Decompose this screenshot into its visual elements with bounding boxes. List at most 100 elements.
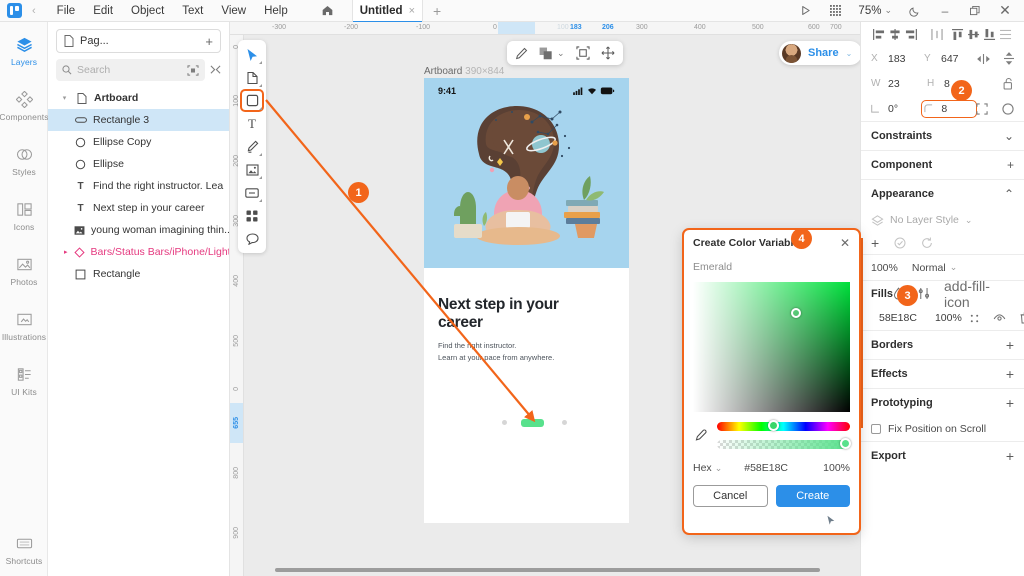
menu-help[interactable]: Help	[255, 0, 297, 22]
sv-cursor[interactable]	[791, 308, 801, 318]
sliders-icon[interactable]	[918, 287, 930, 300]
layer-row-ellipse-copy[interactable]: Ellipse Copy	[48, 131, 229, 153]
chevron-down-icon[interactable]: ⌄	[1004, 129, 1014, 143]
layer-row-ellipse[interactable]: Ellipse	[48, 153, 229, 175]
layer-style-row[interactable]: No Layer Style ⌄	[861, 208, 1024, 232]
add-fill-button[interactable]: add-fill-icon	[944, 278, 1014, 310]
tab-untitled[interactable]: Untitled ×	[351, 0, 423, 23]
eyedropper-icon[interactable]	[693, 429, 709, 443]
rail-item-photos[interactable]: Photos	[0, 232, 48, 287]
delete-icon[interactable]	[1020, 312, 1024, 324]
rotation-field[interactable]: 0°	[871, 103, 924, 115]
artboard-canvas[interactable]: 9:41 Next step in your career Find the r…	[424, 78, 629, 523]
disclosure-icon[interactable]: ▾	[60, 94, 69, 102]
menu-edit[interactable]: Edit	[84, 0, 122, 22]
align-right-icon[interactable]	[903, 23, 919, 45]
corner-radius-icon[interactable]	[1002, 102, 1014, 115]
fix-position-checkbox[interactable]	[871, 424, 881, 434]
new-tab-button[interactable]: +	[433, 3, 441, 19]
avatar[interactable]	[782, 43, 801, 63]
artboard-tool[interactable]	[241, 67, 263, 88]
chevron-down-icon[interactable]: ⌄	[965, 215, 973, 226]
selected-rectangle[interactable]	[521, 419, 544, 427]
layer-row-rectangle-3[interactable]: Rectangle 3	[48, 109, 229, 131]
blend-mode[interactable]: Normal	[912, 262, 946, 274]
shape-tool[interactable]	[240, 89, 264, 112]
add-prototyping-button[interactable]: +	[1006, 395, 1014, 411]
button-tool[interactable]	[241, 182, 263, 203]
layer-row-find-instructor[interactable]: T Find the right instructor. Lea	[48, 175, 229, 197]
rail-item-icons[interactable]: Icons	[0, 177, 48, 232]
color-name-field[interactable]: Emerald	[684, 256, 859, 278]
section-borders[interactable]: Borders +	[861, 330, 1024, 359]
align-center-h-icon[interactable]	[887, 23, 903, 45]
hex-value[interactable]: #58E18C	[744, 462, 788, 474]
distribute-h-icon[interactable]	[929, 23, 945, 45]
focus-selection-icon[interactable]	[187, 64, 199, 76]
flip-horizontal-icon[interactable]	[977, 53, 990, 64]
section-constraints[interactable]: Constraints ⌄	[861, 121, 1024, 150]
close-icon[interactable]: ✕	[840, 236, 850, 250]
menu-view[interactable]: View	[212, 0, 255, 22]
add-effect-button[interactable]: +	[1006, 366, 1014, 382]
chevron-up-icon[interactable]: ⌃	[1004, 187, 1014, 201]
corners-icon[interactable]	[976, 102, 988, 115]
hex-mode-selector[interactable]: Hex ⌄	[693, 462, 722, 474]
layer-row-rectangle[interactable]: Rectangle	[48, 263, 229, 285]
w-field[interactable]: W 23	[871, 78, 927, 90]
section-effects[interactable]: Effects +	[861, 359, 1024, 388]
alpha-value[interactable]: 100%	[823, 462, 850, 474]
zoom-selector[interactable]: 75% ⌄	[850, 5, 900, 17]
rail-item-illustrations[interactable]: Illustrations	[0, 287, 48, 342]
opacity-value[interactable]: 100%	[871, 262, 898, 274]
menu-object[interactable]: Object	[122, 0, 173, 22]
align-top-icon[interactable]	[950, 23, 966, 45]
menu-text[interactable]: Text	[173, 0, 212, 22]
section-export[interactable]: Export +	[861, 441, 1024, 470]
fix-position-row[interactable]: Fix Position on Scroll	[861, 417, 1024, 441]
section-prototyping[interactable]: Prototyping +	[861, 388, 1024, 417]
create-color-variable-dialog[interactable]: Create Color Variable ✕ Emerald Hex ⌄ #5…	[682, 228, 861, 535]
drag-handle-icon[interactable]	[970, 314, 979, 323]
add-page-button[interactable]: +	[205, 34, 213, 49]
image-tool[interactable]	[241, 159, 263, 180]
play-icon[interactable]	[790, 0, 820, 22]
back-chevron-icon[interactable]: ‹	[32, 5, 36, 17]
create-button[interactable]: Create	[775, 485, 850, 507]
boolean-icon[interactable]	[539, 47, 553, 60]
fill-opacity[interactable]: 100%	[935, 312, 962, 324]
rail-item-uikits[interactable]: UI Kits	[0, 342, 48, 397]
horizontal-scrollbar[interactable]	[275, 568, 820, 572]
reset-style-button[interactable]	[921, 237, 933, 249]
hue-knob[interactable]	[767, 420, 779, 431]
move-icon[interactable]	[601, 46, 615, 60]
components-tool[interactable]	[241, 205, 263, 226]
detach-style-button[interactable]	[894, 237, 906, 249]
tab-close-icon[interactable]: ×	[409, 5, 415, 17]
alpha-knob[interactable]	[840, 438, 851, 449]
layer-row-young-woman[interactable]: young woman imagining thin...	[48, 219, 229, 241]
pencil-icon[interactable]	[515, 47, 528, 60]
saturation-value-area[interactable]	[693, 282, 850, 412]
layer-row-next-step[interactable]: T Next step in your career	[48, 197, 229, 219]
section-appearance[interactable]: Appearance ⌃	[861, 179, 1024, 208]
add-export-button[interactable]: +	[1006, 448, 1014, 464]
rail-item-components[interactable]: Components	[0, 67, 49, 122]
add-border-button[interactable]: +	[1006, 337, 1014, 353]
rail-item-layers[interactable]: Layers	[0, 22, 48, 67]
visibility-icon[interactable]	[993, 313, 1006, 323]
home-icon[interactable]	[321, 4, 334, 17]
alpha-slider[interactable]	[717, 438, 851, 449]
share-control[interactable]: Share ⌄	[779, 41, 863, 65]
add-style-button[interactable]: +	[871, 235, 879, 251]
close-button[interactable]: ✕	[990, 0, 1020, 22]
disclosure-icon[interactable]: ▸	[64, 248, 68, 256]
layer-row-status-bars[interactable]: ▸ Bars/Status Bars/iPhone/Light	[48, 241, 229, 263]
select-tool[interactable]	[241, 44, 263, 65]
chevron-down-icon[interactable]: ⌄	[557, 48, 565, 59]
lock-aspect-icon[interactable]	[1003, 77, 1014, 90]
minimize-button[interactable]: –	[930, 0, 960, 22]
y-field[interactable]: Y 647	[924, 53, 977, 65]
search-input[interactable]	[77, 64, 182, 76]
align-middle-v-icon[interactable]	[966, 23, 982, 45]
